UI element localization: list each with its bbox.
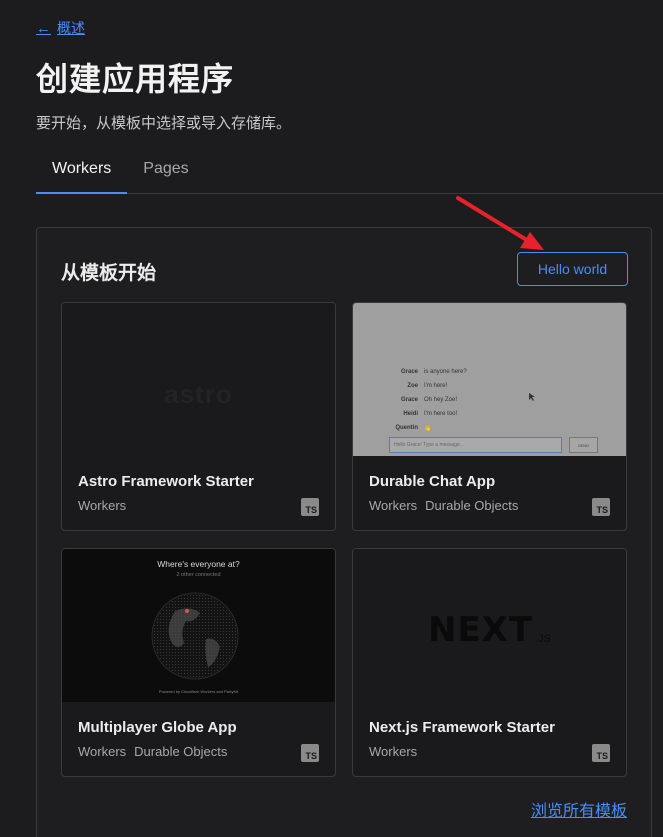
astro-logo: astro (164, 379, 233, 409)
cursor-icon (529, 393, 535, 401)
card-thumbnail: Where's everyone at? 2 other connected P… (62, 549, 335, 702)
card-name: Multiplayer Globe App (78, 719, 237, 736)
card-thumbnail: astro (62, 303, 335, 456)
template-card-multiplayer-globe[interactable]: Where's everyone at? 2 other connected P… (61, 548, 336, 777)
tab-workers[interactable]: Workers (36, 146, 128, 194)
back-link-label: 概述 (57, 20, 85, 36)
card-thumbnail: Grace is anyone here? Zoe I'm here! Grac… (353, 303, 626, 456)
card-tags: Workers (78, 498, 126, 513)
template-card-durable-chat[interactable]: Grace is anyone here? Zoe I'm here! Grac… (352, 302, 627, 531)
tab-bar: Workers Pages (36, 146, 663, 194)
card-tags: Workers Durable Objects (78, 744, 227, 759)
card-tag: Workers (78, 498, 127, 513)
nextjs-logo: NEXT .JS (428, 609, 551, 650)
globe-preview-title: Where's everyone at? (157, 559, 240, 569)
card-tag: Durable Objects (134, 744, 228, 759)
chat-input-preview: Hello Grace! Type a message... (389, 437, 562, 453)
arrow-left-icon: ← (36, 19, 51, 37)
globe-preview-footer: Powered by Cloudflare Workers and PartyK… (158, 689, 239, 694)
globe-icon (151, 592, 239, 680)
chat-send-preview: SEND (569, 437, 598, 453)
typescript-icon: TS (592, 498, 610, 516)
hello-world-button[interactable]: Hello world (517, 252, 628, 286)
page-title: 创建应用程序 (36, 61, 235, 97)
page-subtitle: 要开始，从模板中选择或导入存储库。 (36, 115, 292, 132)
card-tag: Workers (78, 744, 127, 759)
templates-panel: 从模板开始 Hello world astro Astro Framework … (36, 227, 652, 837)
card-tag: Workers (369, 744, 418, 759)
template-card-astro[interactable]: astro Astro Framework Starter Workers TS (61, 302, 336, 531)
back-link[interactable]: ← 概述 (36, 18, 85, 38)
card-tag: Durable Objects (425, 498, 519, 513)
typescript-icon: TS (301, 744, 319, 762)
card-tags: Workers Durable Objects (369, 498, 518, 513)
card-thumbnail: NEXT .JS (353, 549, 626, 702)
tab-pages[interactable]: Pages (127, 146, 204, 193)
section-title: 从模板开始 (61, 263, 157, 284)
card-name: Durable Chat App (369, 473, 496, 490)
template-card-nextjs[interactable]: NEXT .JS Next.js Framework Starter Worke… (352, 548, 627, 777)
card-tag: Workers (369, 498, 418, 513)
typescript-icon: TS (301, 498, 319, 516)
view-all-templates-link[interactable]: 浏览所有模板 (531, 797, 627, 821)
globe-preview-subtitle: 2 other connected (176, 572, 221, 578)
card-tags: Workers (369, 744, 417, 759)
card-name: Next.js Framework Starter (369, 719, 555, 736)
card-name: Astro Framework Starter (78, 473, 254, 490)
typescript-icon: TS (592, 744, 610, 762)
